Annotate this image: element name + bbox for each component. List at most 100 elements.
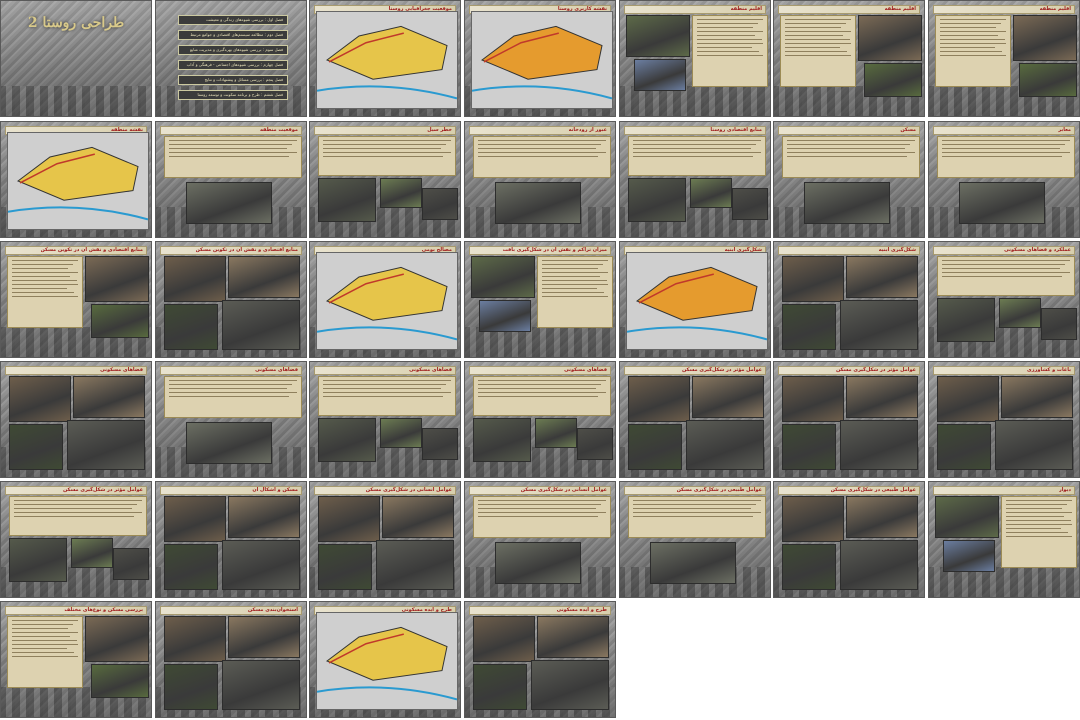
slide-photo — [473, 664, 527, 710]
text-line — [1006, 524, 1072, 525]
slide-thumbnail-24[interactable]: فضاهای مسکونی — [309, 361, 461, 478]
chapter-button-3[interactable]: فصل سوم : بررسی شیوه‌های بهره‌گیری و مدی… — [178, 45, 288, 55]
slide-title: عوامل مؤثر در شکل‌گیری مسکن — [836, 367, 916, 373]
slide-photo — [535, 418, 577, 448]
chapter-button-4[interactable]: فصل چهارم : بررسی شیوه‌های اجتماعی - فره… — [178, 60, 288, 70]
slide-thumbnail-7[interactable]: اقلیم منطقه — [928, 0, 1080, 117]
chapter-button-6[interactable]: فصل ششم : طرح و برنامه سکونت و توسعه روس… — [178, 90, 288, 100]
slide-title: استخوان‌بندی مسکن — [247, 607, 298, 613]
slide-title-bar: منابع اقتصادی و نقش آن در تکوین مسکن — [160, 246, 302, 255]
slide-thumbnail-33[interactable]: عوامل طبیعی در شکل‌گیری مسکن — [619, 481, 771, 598]
slide-thumbnail-19[interactable]: شکل‌گیری ابنیه — [619, 241, 771, 358]
slide-thumbnail-3[interactable]: موقعیت جغرافیایی روستا — [309, 0, 461, 117]
slide-sorter-grid: طراحی روستا 2 فصل اول : بررسی شیوه‌های زن… — [0, 0, 1080, 720]
chapter-button-5[interactable]: فصل پنجم : بررسی مسائل و پیشنهادات و نتا… — [178, 75, 288, 85]
text-line — [942, 260, 1070, 261]
slide-thumbnail-35[interactable]: دیوار — [928, 481, 1080, 598]
slide-thumbnail-6[interactable]: اقلیم منطقه — [773, 0, 925, 117]
slide-thumbnail-17[interactable]: مصالح بومی — [309, 241, 461, 358]
slide-photo — [164, 616, 226, 662]
slide-thumbnail-27[interactable]: عوامل مؤثر در شکل‌گیری مسکن — [773, 361, 925, 478]
text-line — [478, 140, 606, 141]
map-drawing — [317, 626, 457, 701]
slide-thumbnail-25[interactable]: فضاهای مسکونی — [464, 361, 616, 478]
slide-thumbnail-28[interactable]: باغات و کشاورزی — [928, 361, 1080, 478]
slide-photo — [628, 376, 690, 422]
slide-photo — [943, 540, 995, 572]
text-line — [542, 276, 600, 277]
slide-thumbnail-16[interactable]: منابع اقتصادی و نقش آن در تکوین مسکن — [155, 241, 307, 358]
slide-photo — [995, 420, 1073, 470]
slide-thumbnail-30[interactable]: مسکن و اشکال آن — [155, 481, 307, 598]
text-line — [1006, 520, 1071, 521]
chapter-button-2[interactable]: فصل دوم : مطالعه سیستم‌های اقتصادی و جوا… — [178, 30, 288, 40]
slide-thumbnail-26[interactable]: عوامل مؤثر در شکل‌گیری مسکن — [619, 361, 771, 478]
slide-thumbnail-18[interactable]: میزان تراکم و نقش آن در شکل‌گیری بافت — [464, 241, 616, 358]
slide-photo — [318, 418, 376, 462]
slide-thumbnail-5[interactable]: اقلیم منطقه — [619, 0, 771, 117]
slide-photo — [164, 496, 226, 542]
slide-photo — [628, 424, 682, 470]
slide-photo — [186, 422, 272, 464]
slide-thumbnail-13[interactable]: مسکن — [773, 121, 925, 238]
slide-photo — [471, 256, 535, 298]
text-line — [785, 31, 851, 32]
slide-photo — [228, 616, 300, 658]
text-line — [940, 39, 1005, 40]
slide-thumbnail-22[interactable]: فضاهای مسکونی — [0, 361, 152, 478]
slide-photo — [840, 300, 918, 350]
slide-photo — [634, 59, 686, 91]
slide-thumbnail-1[interactable]: طراحی روستا 2 — [0, 0, 152, 117]
slide-thumbnail-39[interactable]: طرح و ایده مسکونی — [464, 601, 616, 718]
text-line — [14, 516, 134, 517]
slide-thumbnail-12[interactable]: منابع اقتصادی روستا — [619, 121, 771, 238]
chapter-button-label: فصل اول : بررسی شیوه‌های زندگی و معیشت — [206, 17, 283, 22]
text-line — [633, 140, 761, 141]
text-line — [169, 388, 287, 389]
text-line — [12, 284, 78, 285]
text-line — [542, 288, 597, 289]
slide-title-bar: باغات و کشاورزی — [933, 366, 1075, 375]
text-line — [169, 380, 297, 381]
text-line — [633, 156, 753, 157]
slide-thumbnail-15[interactable]: منابع اقتصادی و نقش آن در تکوین مسکن — [0, 241, 152, 358]
slide-photo — [628, 178, 686, 222]
slide-thumbnail-11[interactable]: عبور از رودخانه — [464, 121, 616, 238]
slide-title-bar: معابر — [933, 126, 1075, 135]
slide-thumbnail-31[interactable]: عوامل انسانی در شکل‌گیری مسکن — [309, 481, 461, 598]
slide-thumbnail-34[interactable]: عوامل طبیعی در شکل‌گیری مسکن — [773, 481, 925, 598]
slide-thumbnail-29[interactable]: عوامل مؤثر در شکل‌گیری مسکن — [0, 481, 152, 598]
slide-photo — [228, 496, 300, 538]
slide-photo — [858, 15, 922, 61]
text-line — [478, 152, 606, 153]
text-line — [697, 19, 763, 20]
slide-thumbnail-37[interactable]: استخوان‌بندی مسکن — [155, 601, 307, 718]
slide-title-bar: مسکن — [778, 126, 920, 135]
slide-title: موقعیت منطقه — [259, 127, 298, 133]
slide-thumbnail-32[interactable]: عوامل انسانی در شکل‌گیری مسکن — [464, 481, 616, 598]
map-drawing — [627, 266, 767, 341]
slide-thumbnail-2[interactable]: فصل اول : بررسی شیوه‌های زندگی و معیشت فص… — [155, 0, 307, 117]
slide-thumbnail-20[interactable]: شکل‌گیری ابنیه — [773, 241, 925, 358]
text-panel — [318, 136, 456, 176]
slide-photo — [73, 376, 145, 418]
slide-title: عبور از رودخانه — [568, 127, 608, 133]
text-line — [785, 43, 851, 44]
slide-thumbnail-4[interactable]: نقشه کاربری روستا — [464, 0, 616, 117]
slide-thumbnail-14[interactable]: معابر — [928, 121, 1080, 238]
slide-thumbnail-9[interactable]: موقعیت منطقه — [155, 121, 307, 238]
text-line — [169, 396, 289, 397]
slide-thumbnail-23[interactable]: فضاهای مسکونی — [155, 361, 307, 478]
slide-thumbnail-21[interactable]: عملکرد و فضاهای مسکونی — [928, 241, 1080, 358]
text-line — [542, 264, 603, 265]
slide-thumbnail-10[interactable]: خطر سیل — [309, 121, 461, 238]
slide-thumbnail-36[interactable]: بررسی مسکن و نوع‌های مختلف — [0, 601, 152, 718]
text-line — [12, 648, 67, 649]
text-line — [14, 504, 137, 505]
chapter-button-1[interactable]: فصل اول : بررسی شیوه‌های زندگی و معیشت — [178, 15, 288, 25]
slide-photo — [1041, 308, 1077, 340]
slide-thumbnail-38[interactable]: طرح و ایده مسکونی — [309, 601, 461, 718]
slide-thumbnail-8[interactable]: نقشه منطقه — [0, 121, 152, 238]
text-panel — [164, 136, 302, 178]
slide-photo — [864, 63, 922, 97]
